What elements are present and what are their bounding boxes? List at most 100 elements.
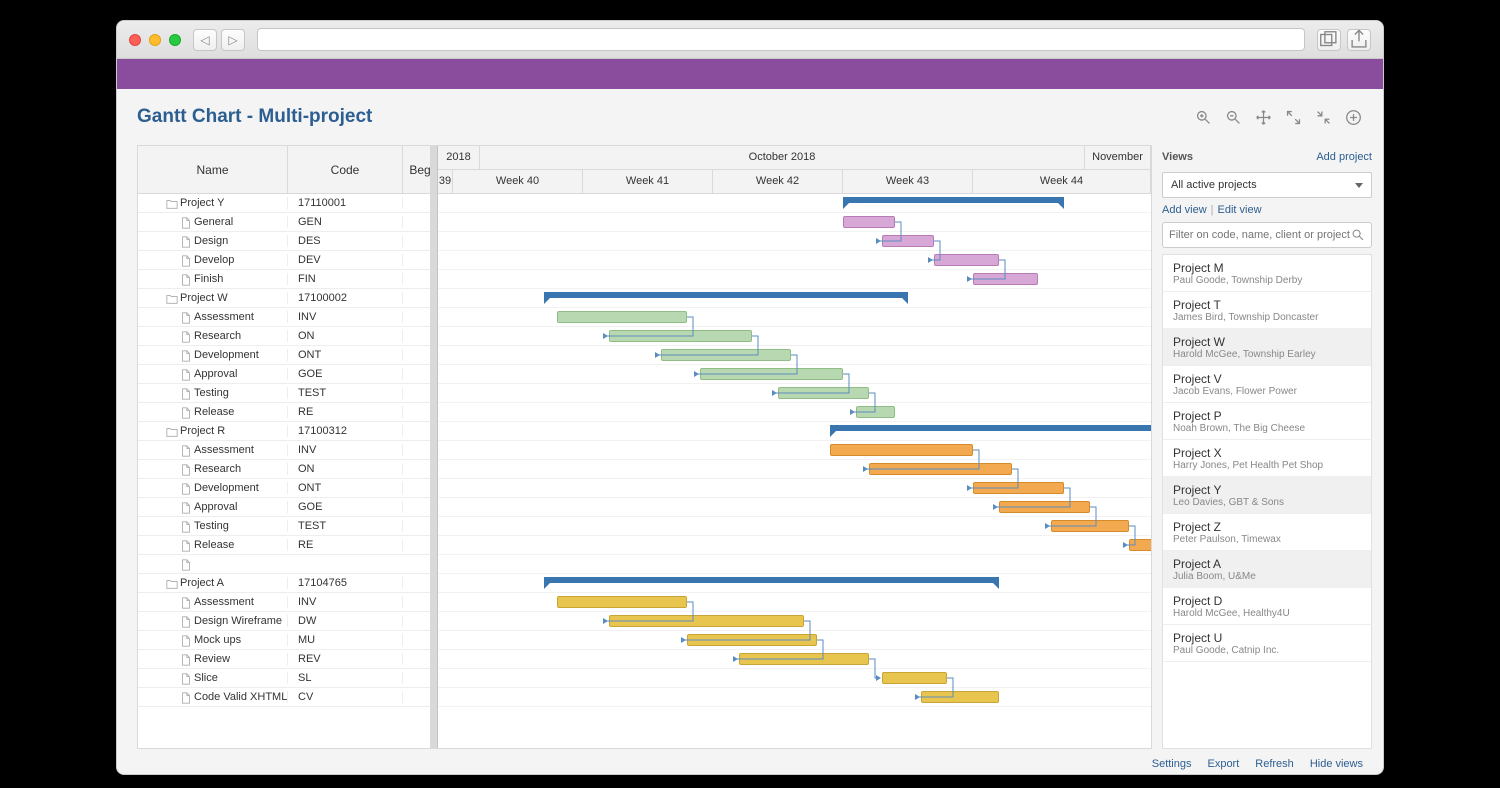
task-bar[interactable] — [687, 634, 817, 646]
project-list-item[interactable]: Project AJulia Boom, U&Me — [1163, 551, 1371, 588]
task-bar[interactable] — [921, 691, 999, 703]
hide-views-link[interactable]: Hide views — [1310, 758, 1363, 770]
add-icon[interactable] — [1343, 107, 1363, 127]
splitter[interactable] — [430, 146, 438, 748]
task-bar[interactable] — [973, 273, 1038, 285]
task-row[interactable]: SliceSL — [138, 669, 437, 688]
task-bar[interactable] — [609, 330, 752, 342]
task-row[interactable]: Design WireframeDW — [138, 612, 437, 631]
page-title: Gantt Chart - Multi-project — [137, 106, 372, 128]
task-bar[interactable] — [882, 235, 934, 247]
collapse-icon[interactable] — [1313, 107, 1333, 127]
task-bar[interactable] — [830, 444, 973, 456]
add-project-link[interactable]: Add project — [1316, 151, 1372, 163]
task-bar[interactable] — [882, 672, 947, 684]
task-bar[interactable] — [557, 596, 687, 608]
task-row[interactable]: ReleaseRE — [138, 536, 437, 555]
zoom-out-icon[interactable] — [1223, 107, 1243, 127]
task-bar[interactable] — [934, 254, 999, 266]
project-row[interactable]: Project R17100312 — [138, 422, 437, 441]
row-code: INV — [288, 596, 403, 608]
project-item-name: Project W — [1173, 335, 1361, 349]
task-row[interactable]: Mock upsMU — [138, 631, 437, 650]
close-window-icon[interactable] — [129, 34, 141, 46]
dependency-arrow-icon — [915, 694, 920, 700]
gantt-timeline[interactable]: 2018 October 2018 November 39 Week 40 We… — [438, 146, 1151, 748]
view-selector[interactable]: All active projects — [1162, 172, 1372, 198]
task-bar[interactable] — [973, 482, 1064, 494]
task-row[interactable]: DevelopmentONT — [138, 346, 437, 365]
project-list-item[interactable]: Project TJames Bird, Township Doncaster — [1163, 292, 1371, 329]
task-row[interactable]: Code Valid XHTMLCV — [138, 688, 437, 707]
project-list-item[interactable]: Project PNoah Brown, The Big Cheese — [1163, 403, 1371, 440]
project-list-item[interactable]: Project ZPeter Paulson, Timewax — [1163, 514, 1371, 551]
refresh-link[interactable]: Refresh — [1255, 758, 1294, 770]
minimize-window-icon[interactable] — [149, 34, 161, 46]
task-row[interactable]: ApprovalGOE — [138, 365, 437, 384]
task-bar[interactable] — [869, 463, 1012, 475]
zoom-window-icon[interactable] — [169, 34, 181, 46]
row-code: DES — [288, 235, 403, 247]
task-row[interactable] — [138, 555, 437, 574]
folder-icon — [166, 293, 178, 303]
project-list-item[interactable]: Project YLeo Davies, GBT & Sons — [1163, 477, 1371, 514]
task-row[interactable]: GeneralGEN — [138, 213, 437, 232]
project-row[interactable]: Project A17104765 — [138, 574, 437, 593]
task-bar[interactable] — [609, 615, 804, 627]
task-bar[interactable] — [999, 501, 1090, 513]
task-row[interactable]: ReleaseRE — [138, 403, 437, 422]
task-row[interactable]: ReviewREV — [138, 650, 437, 669]
project-row[interactable]: Project Y17110001 — [138, 194, 437, 213]
move-icon[interactable] — [1253, 107, 1273, 127]
task-row[interactable]: ResearchON — [138, 327, 437, 346]
settings-link[interactable]: Settings — [1152, 758, 1192, 770]
task-bar[interactable] — [843, 216, 895, 228]
task-bar[interactable] — [700, 368, 843, 380]
page-icon — [180, 331, 192, 341]
project-summary-bar[interactable] — [544, 577, 999, 583]
add-view-link[interactable]: Add view — [1162, 204, 1207, 216]
project-list-item[interactable]: Project UPaul Goode, Catnip Inc. — [1163, 625, 1371, 662]
project-summary-bar[interactable] — [544, 292, 908, 298]
task-bar[interactable] — [778, 387, 869, 399]
task-row[interactable]: AssessmentINV — [138, 441, 437, 460]
share-button[interactable] — [1347, 29, 1371, 51]
gantt-chart-area[interactable] — [438, 194, 1151, 748]
search-icon — [1351, 228, 1365, 242]
dependency-arrow-icon — [967, 276, 972, 282]
project-list-item[interactable]: Project MPaul Goode, Township Derby — [1163, 255, 1371, 292]
url-bar[interactable] — [257, 28, 1305, 51]
task-row[interactable]: AssessmentINV — [138, 308, 437, 327]
export-link[interactable]: Export — [1207, 758, 1239, 770]
task-bar[interactable] — [1129, 539, 1152, 551]
project-list-item[interactable]: Project DHarold McGee, Healthy4U — [1163, 588, 1371, 625]
project-list-item[interactable]: Project XHarry Jones, Pet Health Pet Sho… — [1163, 440, 1371, 477]
filter-input[interactable] — [1169, 229, 1351, 241]
task-bar[interactable] — [557, 311, 687, 323]
task-bar[interactable] — [661, 349, 791, 361]
task-row[interactable]: TestingTEST — [138, 384, 437, 403]
task-row[interactable]: AssessmentINV — [138, 593, 437, 612]
task-row[interactable]: DevelopmentONT — [138, 479, 437, 498]
project-row[interactable]: Project W17100002 — [138, 289, 437, 308]
task-row[interactable]: DesignDES — [138, 232, 437, 251]
task-bar[interactable] — [739, 653, 869, 665]
project-summary-bar[interactable] — [830, 425, 1152, 431]
task-row[interactable]: ResearchON — [138, 460, 437, 479]
forward-button[interactable]: ▷ — [221, 29, 245, 51]
task-bar[interactable] — [856, 406, 895, 418]
project-summary-bar[interactable] — [843, 197, 1064, 203]
task-bar[interactable] — [1051, 520, 1129, 532]
zoom-in-icon[interactable] — [1193, 107, 1213, 127]
task-row[interactable]: TestingTEST — [138, 517, 437, 536]
task-row[interactable]: FinishFIN — [138, 270, 437, 289]
project-list-item[interactable]: Project WHarold McGee, Township Earley — [1163, 329, 1371, 366]
project-list-item[interactable]: Project VJacob Evans, Flower Power — [1163, 366, 1371, 403]
edit-view-link[interactable]: Edit view — [1218, 204, 1262, 216]
tabs-button[interactable] — [1317, 29, 1341, 51]
filter-search[interactable] — [1162, 222, 1372, 248]
expand-icon[interactable] — [1283, 107, 1303, 127]
task-row[interactable]: ApprovalGOE — [138, 498, 437, 517]
task-row[interactable]: DevelopDEV — [138, 251, 437, 270]
back-button[interactable]: ◁ — [193, 29, 217, 51]
